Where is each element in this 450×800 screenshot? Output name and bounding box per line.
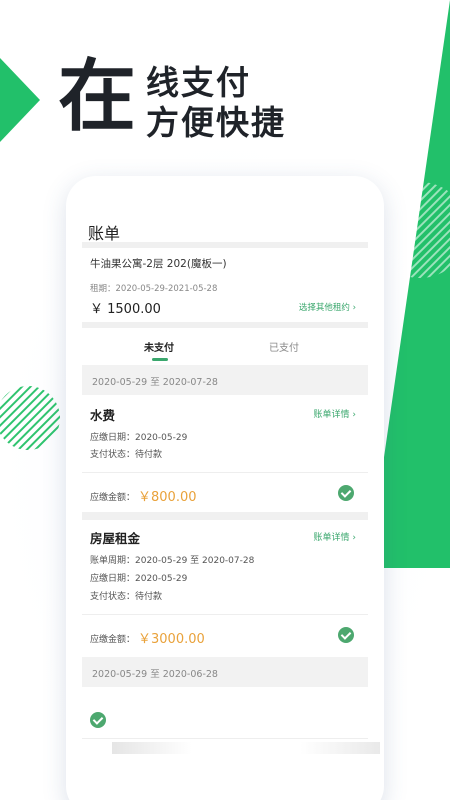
left-triangle bbox=[0, 58, 40, 142]
tab-paid[interactable]: 已支付 bbox=[269, 339, 299, 354]
bill-period: 账单周期：2020-05-29 至 2020-07-28 bbox=[90, 556, 255, 566]
hero-big-char: 在 bbox=[58, 52, 137, 142]
amount-label: 应缴金额： bbox=[90, 635, 136, 645]
phone-mockup: 账单 牛油果公寓-2层 202(魔板一) 租期：2020-05-29-2021-… bbox=[66, 176, 384, 800]
check-icon[interactable] bbox=[338, 485, 354, 501]
hero-line-2: 方便快捷 bbox=[146, 103, 286, 142]
page-title: 账单 bbox=[88, 224, 121, 243]
rent-amount: ￥ 1500.00 bbox=[90, 302, 161, 317]
rent-period: 租期：2020-05-29-2021-05-28 bbox=[90, 284, 218, 294]
bill-title: 房屋租金 bbox=[90, 531, 141, 546]
divider bbox=[82, 472, 368, 473]
amount-label: 应缴金额： bbox=[90, 493, 136, 503]
faded-content bbox=[300, 742, 380, 754]
bill-pay-status: 支付状态：待付款 bbox=[90, 450, 163, 460]
check-icon[interactable] bbox=[90, 712, 106, 728]
contract-name: 牛油果公寓-2层 202(魔板一) bbox=[90, 258, 227, 270]
bill-due-date: 应缴日期：2020-05-29 bbox=[90, 574, 188, 584]
section-date-header: 2020-05-29 至 2020-06-28 bbox=[82, 657, 368, 687]
bill-pay-status: 支付状态：待付款 bbox=[90, 592, 163, 602]
divider-bar bbox=[82, 322, 368, 328]
bill-detail-link[interactable]: 账单详情 › bbox=[314, 530, 356, 543]
select-other-contract-link[interactable]: 选择其他租约 › bbox=[299, 301, 356, 313]
divider-bar bbox=[82, 242, 368, 248]
check-icon[interactable] bbox=[338, 627, 354, 643]
active-tab-indicator bbox=[152, 358, 168, 361]
divider bbox=[82, 614, 368, 615]
tab-unpaid[interactable]: 未支付 bbox=[144, 339, 174, 354]
faded-content bbox=[112, 742, 192, 754]
section-date-header: 2020-05-29 至 2020-07-28 bbox=[82, 365, 368, 395]
section-date-range: 2020-05-29 至 2020-06-28 bbox=[92, 669, 218, 680]
section-date-range: 2020-05-29 至 2020-07-28 bbox=[92, 377, 218, 388]
bill-amount: ￥3000.00 bbox=[138, 632, 205, 647]
bill-title: 水费 bbox=[90, 408, 116, 423]
divider bbox=[82, 738, 368, 739]
bill-detail-link[interactable]: 账单详情 › bbox=[314, 407, 356, 420]
hero-line-1: 线支付 bbox=[146, 63, 251, 102]
bill-due-date: 应缴日期：2020-05-29 bbox=[90, 433, 188, 443]
bill-amount: ￥800.00 bbox=[138, 490, 197, 505]
divider-bar bbox=[82, 512, 368, 520]
